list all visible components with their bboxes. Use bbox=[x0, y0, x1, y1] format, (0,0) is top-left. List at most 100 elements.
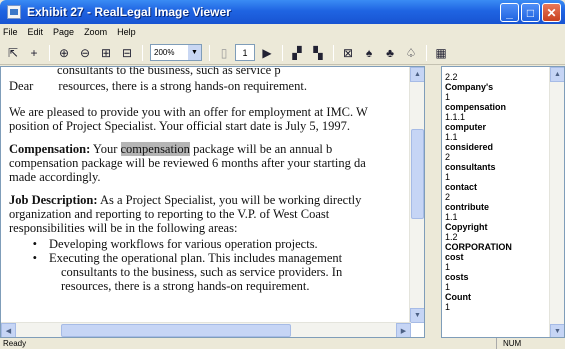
scroll-down-icon[interactable]: ▼ bbox=[410, 308, 424, 323]
word-entry[interactable]: Copyright bbox=[445, 222, 512, 232]
fit-width-icon[interactable]: ⊟ bbox=[117, 44, 137, 62]
document-page: consultants to the business, such as ser… bbox=[9, 66, 424, 293]
find-icon[interactable]: ♠ bbox=[359, 44, 379, 62]
toolbar-separator bbox=[209, 44, 210, 61]
word-entry[interactable]: cost bbox=[445, 252, 512, 262]
document-horizontal-scrollbar[interactable]: ◀ ▶ bbox=[1, 322, 411, 337]
num-lock-indicator: NUM bbox=[496, 338, 527, 349]
word-entry[interactable]: compensation bbox=[445, 102, 512, 112]
previous-page-icon[interactable]: ▯ bbox=[214, 44, 234, 62]
search-hit-highlight[interactable]: compensation bbox=[120, 142, 190, 156]
chevron-down-icon[interactable]: ▼ bbox=[188, 45, 201, 60]
word-entry[interactable]: contribute bbox=[445, 202, 512, 212]
scrollbar-thumb[interactable] bbox=[61, 324, 291, 337]
word-hit-count[interactable]: 1 bbox=[445, 92, 512, 102]
word-hit-count[interactable]: 1.1 bbox=[445, 212, 512, 222]
document-line: organization and reporting to reporting … bbox=[9, 207, 330, 221]
word-entry[interactable]: Company's bbox=[445, 82, 512, 92]
window-controls: _ □ ✕ bbox=[500, 3, 561, 22]
document-text: package will be an annual b bbox=[189, 142, 333, 156]
annotation-icon[interactable]: ⊠ bbox=[338, 44, 358, 62]
zoom-select[interactable]: 200% ▼ bbox=[150, 44, 202, 61]
close-button[interactable]: ✕ bbox=[542, 3, 561, 22]
document-line: We are pleased to provide you with an of… bbox=[9, 105, 368, 119]
word-list-scrollbar[interactable]: ▲ ▼ bbox=[549, 67, 564, 337]
document-line: responsibilities will be in the followin… bbox=[9, 221, 238, 235]
word-hit-count[interactable]: 2 bbox=[445, 192, 512, 202]
document-vertical-scrollbar[interactable]: ▲ ▼ bbox=[409, 67, 424, 323]
fit-page-icon[interactable]: ⊞ bbox=[96, 44, 116, 62]
word-list: 2.2 Company's 1 compensation 1.1.1 computer 1.… bbox=[445, 72, 512, 312]
minimize-button[interactable]: _ bbox=[500, 3, 519, 22]
toolbar-separator bbox=[142, 44, 143, 61]
scroll-right-icon[interactable]: ▶ bbox=[396, 323, 411, 337]
compensation-heading: Compensation: bbox=[9, 142, 91, 156]
document-line: Developing workflows for various operati… bbox=[49, 237, 318, 251]
toolbar-separator bbox=[333, 44, 334, 61]
menu-file[interactable]: File bbox=[3, 27, 18, 37]
menu-page[interactable]: Page bbox=[53, 27, 74, 37]
salutation-tail: resources, there is a strong hands-on re… bbox=[58, 79, 307, 93]
next-page-icon[interactable]: ▶ bbox=[257, 44, 277, 62]
word-entry[interactable]: contact bbox=[445, 182, 512, 192]
status-text: Ready bbox=[3, 339, 27, 348]
word-hit-count[interactable]: 1.1.1 bbox=[445, 112, 512, 122]
scroll-left-icon[interactable]: ◀ bbox=[1, 323, 16, 337]
word-hit-count[interactable]: 1 bbox=[445, 172, 512, 182]
zoom-out-icon[interactable]: ⊖ bbox=[75, 44, 95, 62]
find-previous-icon[interactable]: ♤ bbox=[401, 44, 421, 62]
word-hit-count[interactable]: 1 bbox=[445, 262, 512, 272]
list-item: • Developing workflows for various opera… bbox=[9, 237, 424, 251]
list-item: • Executing the operational plan. This i… bbox=[9, 251, 424, 265]
word-hit-count[interactable]: 2.2 bbox=[445, 72, 512, 82]
word-entry[interactable]: consultants bbox=[445, 162, 512, 172]
job-description-heading: Job Description: bbox=[9, 193, 98, 207]
page-tiles-icon[interactable]: ▚ bbox=[308, 44, 328, 62]
toolbar-separator bbox=[282, 44, 283, 61]
bullet-icon: • bbox=[32, 251, 37, 265]
menu-edit[interactable]: Edit bbox=[28, 27, 44, 37]
word-index-panel[interactable]: 2.2 Company's 1 compensation 1.1.1 computer 1.… bbox=[441, 66, 565, 338]
word-hit-count[interactable]: 1 bbox=[445, 282, 512, 292]
select-arrow-icon[interactable]: ⇱ bbox=[3, 44, 23, 62]
salutation: Dear bbox=[9, 79, 34, 93]
status-bar: Ready NUM bbox=[0, 338, 565, 349]
scroll-up-icon[interactable]: ▲ bbox=[410, 67, 424, 82]
word-entry[interactable]: computer bbox=[445, 122, 512, 132]
scroll-up-icon[interactable]: ▲ bbox=[550, 67, 564, 82]
menu-help[interactable]: Help bbox=[117, 27, 136, 37]
document-line: compensation package will be reviewed 6 … bbox=[9, 156, 366, 170]
document-text: Your bbox=[90, 142, 121, 156]
document-line: consultants to the business, such as ser… bbox=[61, 265, 343, 279]
document-line: consultants to the business, such as ser… bbox=[57, 66, 281, 77]
menu-zoom[interactable]: Zoom bbox=[84, 27, 107, 37]
zoom-in-icon[interactable]: ⊕ bbox=[54, 44, 74, 62]
offer-paragraph: We are pleased to provide you with an of… bbox=[9, 105, 424, 133]
word-entry[interactable]: Count bbox=[445, 292, 512, 302]
job-description-paragraph: Job Description: As a Project Specialist… bbox=[9, 193, 424, 235]
scroll-down-icon[interactable]: ▼ bbox=[550, 324, 564, 337]
app-icon[interactable] bbox=[7, 5, 21, 19]
word-entry[interactable]: considered bbox=[445, 142, 512, 152]
compensation-paragraph: Compensation: Your compensation package … bbox=[9, 142, 424, 184]
page-number-input[interactable]: 1 bbox=[235, 44, 255, 61]
page-grid-icon[interactable]: ▞ bbox=[287, 44, 307, 62]
scrollbar-thumb[interactable] bbox=[411, 129, 424, 219]
word-hit-count[interactable]: 1.1 bbox=[445, 132, 512, 142]
word-entry[interactable]: costs bbox=[445, 272, 512, 282]
title-bar[interactable]: Exhibit 27 - RealLegal Image Viewer _ □ … bbox=[0, 0, 565, 24]
document-line: position of Project Specialist. Your off… bbox=[9, 119, 351, 133]
toolbar: ⇱ + ⊕ ⊖ ⊞ ⊟ 200% ▼ ▯ 1 ▶ ▞ ▚ ⊠ ♠ ♣ ♤ ▦ bbox=[0, 41, 565, 65]
word-index-icon[interactable]: ▦ bbox=[431, 44, 451, 62]
document-viewer[interactable]: consultants to the business, such as ser… bbox=[0, 66, 425, 338]
maximize-button[interactable]: □ bbox=[521, 3, 540, 22]
zoom-value: 200% bbox=[154, 48, 175, 57]
word-entry[interactable]: CORPORATION bbox=[445, 242, 512, 252]
find-next-icon[interactable]: ♣ bbox=[380, 44, 400, 62]
word-hit-count[interactable]: 1 bbox=[445, 302, 512, 312]
menu-bar: File Edit Page Zoom Help bbox=[0, 24, 565, 40]
word-hit-count[interactable]: 1.2 bbox=[445, 232, 512, 242]
toolbar-separator bbox=[49, 44, 50, 61]
word-hit-count[interactable]: 2 bbox=[445, 152, 512, 162]
crosshair-icon[interactable]: + bbox=[24, 44, 44, 62]
